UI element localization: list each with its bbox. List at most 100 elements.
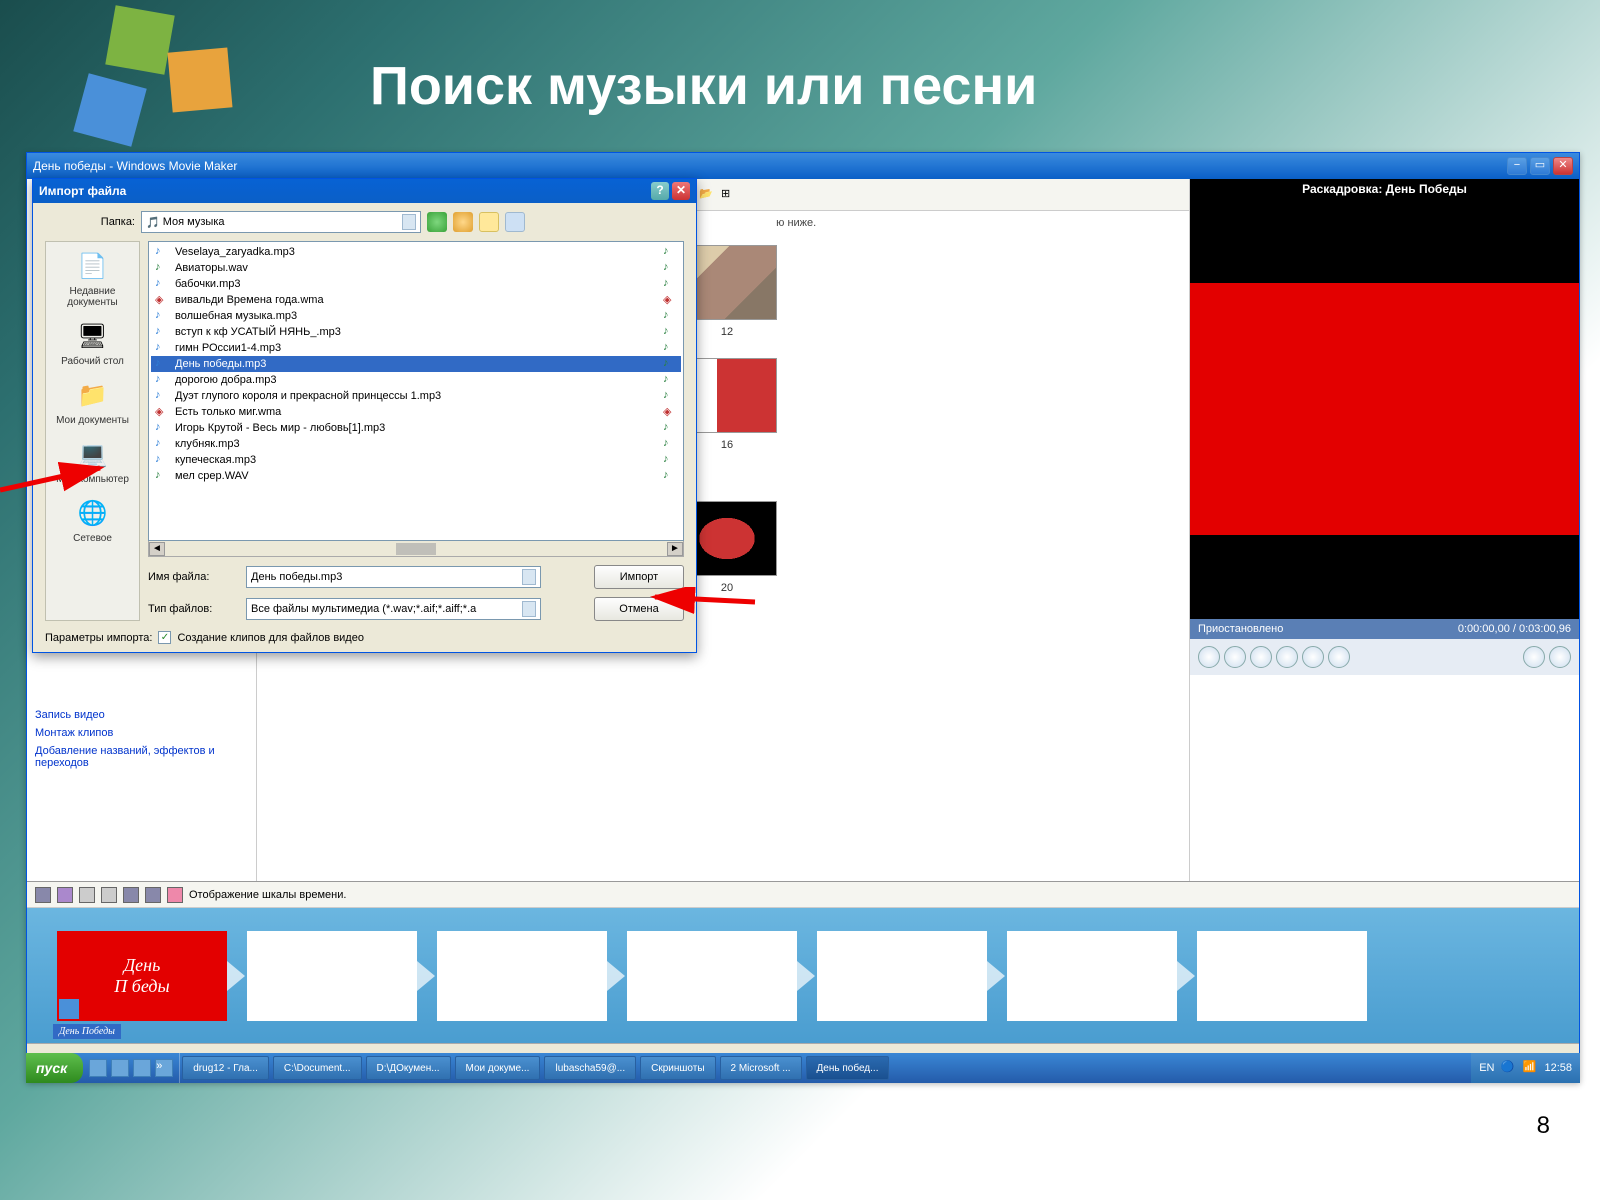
taskbar-item[interactable]: День побед... <box>806 1056 890 1080</box>
file-row[interactable]: ♪гимн РОссии1-4.mp3♪ <box>151 340 681 356</box>
storyboard-clip-empty[interactable] <box>817 931 987 1021</box>
transition-arrow-icon[interactable] <box>987 961 1005 991</box>
taskbar-item[interactable]: C:\Document... <box>273 1056 362 1080</box>
file-row[interactable]: ♪волшебная музыка.mp3♪ <box>151 308 681 324</box>
file-row[interactable]: ♪купеческая.mp3♪ <box>151 452 681 468</box>
import-button[interactable]: Импорт <box>594 565 684 589</box>
storyboard-clip[interactable]: День П беды День Победы <box>57 931 227 1021</box>
split-button[interactable] <box>1523 646 1545 668</box>
tray-icon[interactable]: 🔵 <box>1500 1060 1516 1076</box>
file-row[interactable]: ♪Veselaya_zaryadka.mp3♪ <box>151 244 681 260</box>
scroll-thumb[interactable] <box>396 543 436 555</box>
transition-arrow-icon[interactable] <box>417 961 435 991</box>
file-row[interactable]: ♪дорогою добра.mp3♪ <box>151 372 681 388</box>
views-icon[interactable]: ⊞ <box>721 187 737 203</box>
storyboard-clip-empty[interactable] <box>1007 931 1177 1021</box>
next-button[interactable] <box>1328 646 1350 668</box>
filename-label: Имя файла: <box>148 571 238 583</box>
storyboard-clip-empty[interactable] <box>1197 931 1367 1021</box>
file-row[interactable]: ♪Дуэт глупого короля и прекрасной принце… <box>151 388 681 404</box>
close-button[interactable]: ✕ <box>1553 157 1573 175</box>
transition-arrow-icon[interactable] <box>607 961 625 991</box>
taskbar-item[interactable]: Скриншоты <box>640 1056 715 1080</box>
transition-arrow-icon[interactable] <box>1177 961 1195 991</box>
wma-file-icon: ◈ <box>155 293 171 307</box>
taskbar-item[interactable]: D:\ДОкумен... <box>366 1056 451 1080</box>
new-folder-icon[interactable]: 📂 <box>699 187 715 203</box>
file-row[interactable]: ◈вивальди Времена года.wma◈ <box>151 292 681 308</box>
storyboard-clip-empty[interactable] <box>627 931 797 1021</box>
preview-video[interactable] <box>1190 199 1579 619</box>
filename-input[interactable]: День победы.mp3 <box>246 566 541 588</box>
place-documents[interactable]: 📁Мои документы <box>48 379 137 426</box>
storyboard-clip-empty[interactable] <box>437 931 607 1021</box>
task-edit-clips[interactable]: Монтаж клипов <box>35 724 248 742</box>
volume-icon[interactable]: 📶 <box>1522 1060 1538 1076</box>
file-row[interactable]: ♪Авиаторы.wav♪ <box>151 260 681 276</box>
create-clips-checkbox[interactable]: ✓ <box>158 631 171 644</box>
timeline-view-icon[interactable] <box>35 887 51 903</box>
up-folder-icon[interactable] <box>453 212 473 232</box>
snapshot-button[interactable] <box>1549 646 1571 668</box>
file-row[interactable]: ◈Есть только миг.wma◈ <box>151 404 681 420</box>
window-titlebar[interactable]: День победы - Windows Movie Maker − ▭ ✕ <box>27 153 1579 179</box>
transition-arrow-icon[interactable] <box>797 961 815 991</box>
start-button[interactable]: пуск <box>26 1053 83 1083</box>
file-row[interactable]: ♪мел срер.WAV♪ <box>151 468 681 484</box>
mp3-file-icon: ♪ <box>155 325 171 339</box>
zoom-out-icon[interactable] <box>101 887 117 903</box>
filetype-combo[interactable]: Все файлы мультимедиа (*.wav;*.aif;*.aif… <box>246 598 541 620</box>
new-folder-icon[interactable] <box>479 212 499 232</box>
taskbar-item[interactable]: drug12 - Гла... <box>182 1056 269 1080</box>
task-titles-effects[interactable]: Добавление названий, эффектов и переходо… <box>35 742 248 772</box>
minimize-button[interactable]: − <box>1507 157 1527 175</box>
taskbar-item[interactable]: Мои докуме... <box>455 1056 541 1080</box>
transition-arrow-icon[interactable] <box>227 961 245 991</box>
dialog-titlebar[interactable]: Импорт файла ? ✕ <box>33 179 696 203</box>
views-menu-icon[interactable] <box>505 212 525 232</box>
file-row[interactable]: ♪День победы.mp3♪ <box>151 356 681 372</box>
storyboard-track[interactable]: День П беды День Победы <box>27 908 1579 1043</box>
zoom-tool-icon[interactable] <box>57 887 73 903</box>
windows-taskbar: пуск » drug12 - Гла...C:\Document...D:\Д… <box>26 1053 1580 1083</box>
play-button[interactable] <box>1198 646 1220 668</box>
quick-launch-icon[interactable] <box>89 1059 107 1077</box>
quick-launch-icon[interactable]: » <box>155 1059 173 1077</box>
rewind-timeline-icon[interactable] <box>123 887 139 903</box>
zoom-in-icon[interactable] <box>79 887 95 903</box>
maximize-button[interactable]: ▭ <box>1530 157 1550 175</box>
quick-launch-icon[interactable] <box>111 1059 129 1077</box>
scroll-left-icon[interactable]: ◄ <box>149 542 165 556</box>
language-indicator[interactable]: EN <box>1479 1062 1494 1074</box>
scroll-right-icon[interactable]: ► <box>667 542 683 556</box>
file-name: мел срер.WAV <box>175 470 249 482</box>
rewind-button[interactable] <box>1276 646 1298 668</box>
taskbar-clock[interactable]: 12:58 <box>1544 1062 1572 1074</box>
prev-button[interactable] <box>1250 646 1272 668</box>
quick-launch-icon[interactable] <box>133 1059 151 1077</box>
storyboard-toggle-icon[interactable] <box>167 887 183 903</box>
file-row[interactable]: ♪клубняк.mp3♪ <box>151 436 681 452</box>
help-button[interactable]: ? <box>651 182 669 200</box>
file-row[interactable]: ♪бабочки.mp3♪ <box>151 276 681 292</box>
stop-button[interactable] <box>1224 646 1246 668</box>
place-desktop[interactable]: 🖥Рабочий стол <box>48 320 137 367</box>
file-list[interactable]: ♪Veselaya_zaryadka.mp3♪♪Авиаторы.wav♪♪ба… <box>148 241 684 541</box>
place-network[interactable]: 🌐Сетевое <box>48 497 137 544</box>
task-record-video[interactable]: Запись видео <box>35 706 248 724</box>
dialog-close-button[interactable]: ✕ <box>672 182 690 200</box>
place-recent[interactable]: 📄Недавние документы <box>48 250 137 308</box>
file-name: клубняк.mp3 <box>175 438 240 450</box>
taskbar-item[interactable]: lubascha59@... <box>544 1056 636 1080</box>
file-row[interactable]: ♪Игорь Крутой - Весь мир - любовь[1].mp3… <box>151 420 681 436</box>
play-timeline-icon[interactable] <box>145 887 161 903</box>
forward-button[interactable] <box>1302 646 1324 668</box>
folder-combo[interactable]: 🎵 Моя музыка <box>141 211 421 233</box>
file-row[interactable]: ♪вступ к кф УСАТЫЙ НЯНЬ_.mp3♪ <box>151 324 681 340</box>
file-list-scrollbar[interactable]: ◄ ► <box>148 541 684 557</box>
wma-file-icon: ◈ <box>155 405 171 419</box>
taskbar-item[interactable]: 2 Microsoft ... <box>720 1056 802 1080</box>
storyboard-clip-empty[interactable] <box>247 931 417 1021</box>
back-icon[interactable] <box>427 212 447 232</box>
chevron-down-icon <box>522 601 536 617</box>
